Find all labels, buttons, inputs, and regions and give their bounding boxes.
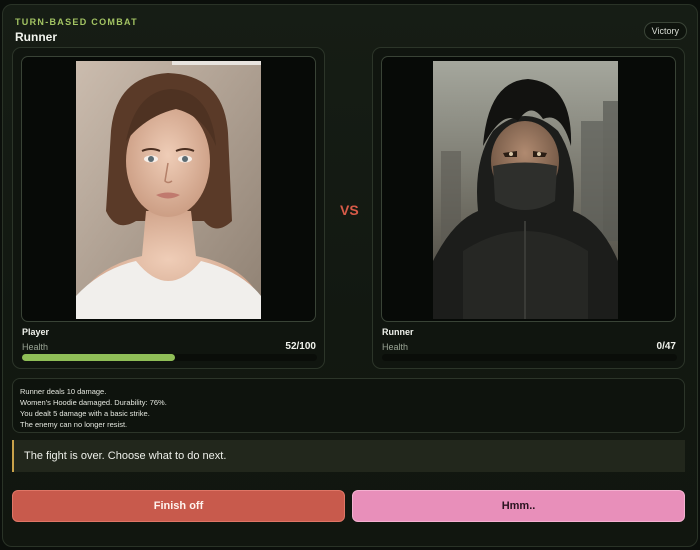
player-health-value: 52/100 [285,341,316,352]
enemy-name: Runner [382,327,414,337]
player-portrait-frame [21,56,316,322]
enemy-health-label: Health [382,342,409,352]
outcome-notice: The fight is over. Choose what to do nex… [12,440,685,472]
log-line: Women's Hoodie damaged. Durability: 76%. [20,398,167,407]
player-portrait [76,61,261,319]
player-health-bar [22,354,317,361]
player-card: Player Health 52/100 [12,47,325,369]
enemy-card: Runner Health 0/47 [372,47,685,369]
enemy-portrait [433,61,618,319]
log-line: Runner deals 10 damage. [20,387,107,396]
enemy-portrait-frame [381,56,676,322]
finish-off-button[interactable]: Finish off [12,490,345,522]
enemy-title: Runner [15,30,57,44]
player-name: Player [22,327,50,337]
log-line: You dealt 5 damage with a basic strike. [20,409,150,418]
enemy-health-value: 0/47 [656,341,676,352]
status-badge: Victory [643,22,687,40]
log-line: The enemy can no longer resist. [20,420,128,429]
enemy-health-bar [382,354,677,361]
combat-log: Runner deals 10 damage. Women's Hoodie d… [12,378,685,433]
versus-label: VS [340,202,359,218]
hmm-button[interactable]: Hmm.. [352,490,685,522]
mode-kicker: TURN-BASED COMBAT [15,17,138,27]
player-health-bar-fill [22,354,176,361]
player-health-label: Health [22,342,49,352]
